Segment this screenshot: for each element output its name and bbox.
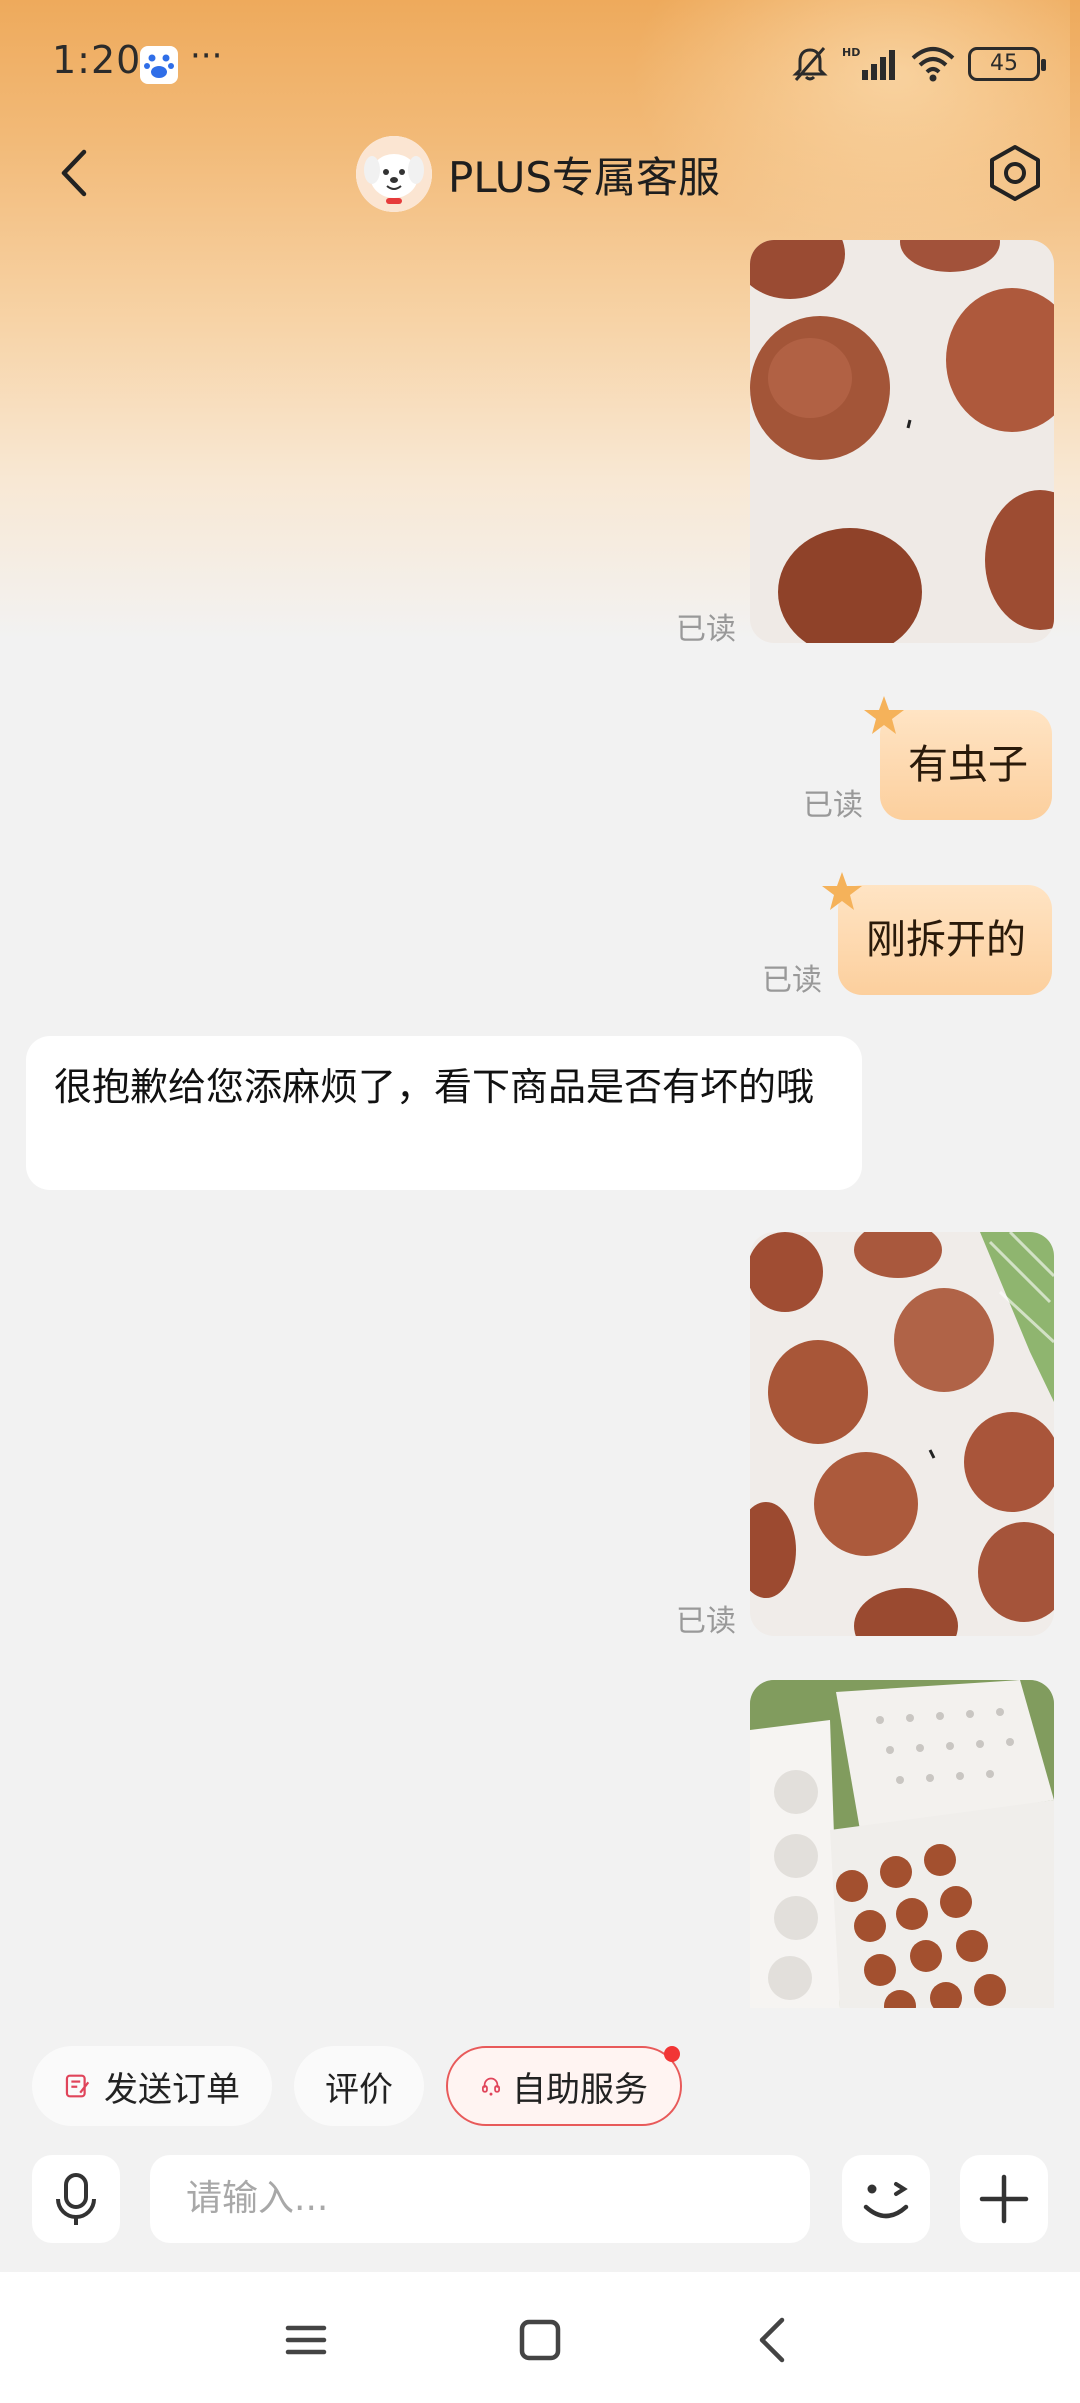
message-input[interactable]: 请输入... [150, 2155, 810, 2243]
wifi-icon [911, 47, 955, 82]
status-right-icons: HD 45 [790, 40, 1046, 88]
back-button[interactable] [40, 138, 110, 208]
review-button[interactable]: 评价 [294, 2046, 424, 2126]
status-time: 1:20 [52, 38, 142, 82]
network-hd-label: HD [842, 46, 860, 59]
chevron-left-icon [61, 149, 87, 197]
chat-title-group: PLUS专属客服 [356, 134, 720, 214]
message-bubble-outgoing[interactable]: 刚拆开的 [838, 885, 1052, 995]
review-label: 评价 [325, 2069, 393, 2110]
notification-dot [664, 2046, 680, 2062]
read-receipt: 已读 [676, 1604, 736, 1639]
emoji-button[interactable] [842, 2155, 930, 2243]
battery-indicator: 45 [968, 47, 1046, 81]
plus-icon [979, 2174, 1029, 2224]
mute-bell-icon [792, 47, 828, 81]
message-photo-egg-tray[interactable] [750, 1680, 1054, 2008]
star-decoration-icon [822, 872, 862, 910]
system-nav-bar [0, 2272, 1080, 2403]
status-more-dots: ··· [190, 36, 223, 76]
microphone-icon [56, 2173, 96, 2225]
message-bubble-incoming[interactable]: 很抱歉给您添麻烦了，看下商品是否有坏的哦 [26, 1036, 862, 1190]
settings-button[interactable] [980, 138, 1050, 208]
back-triangle-icon [759, 2317, 785, 2363]
read-receipt: 已读 [676, 612, 736, 647]
read-receipt: 已读 [762, 963, 822, 998]
emoji-wink-icon [863, 2182, 909, 2219]
page-title: PLUS专属客服 [448, 152, 721, 202]
read-receipt: 已读 [803, 788, 863, 823]
more-actions-button[interactable] [960, 2155, 1048, 2243]
order-note-icon [65, 2074, 90, 2098]
message-photo-eggs[interactable] [750, 240, 1054, 643]
status-bar: 1:20 ··· HD 45 [0, 0, 1080, 128]
send-order-label: 发送订单 [104, 2069, 240, 2110]
voice-input-button[interactable] [32, 2155, 120, 2243]
send-order-button[interactable]: 发送订单 [32, 2046, 272, 2126]
self-service-button[interactable]: 自助服务 [446, 2046, 682, 2126]
chat-header: PLUS专属客服 [0, 128, 1080, 220]
baidu-app-icon [140, 46, 178, 84]
nav-home-button[interactable] [500, 2300, 580, 2380]
settings-hexagon-icon [990, 145, 1040, 201]
headset-icon [482, 2077, 500, 2096]
nav-menu-button[interactable] [266, 2300, 346, 2380]
message-photo-eggs[interactable] [750, 1232, 1054, 1636]
star-decoration-icon [864, 696, 904, 734]
avatar [356, 136, 432, 212]
nav-back-button[interactable] [734, 2300, 814, 2380]
self-service-label: 自助服务 [512, 2069, 648, 2110]
signal-icon: HD [842, 46, 895, 80]
menu-lines-icon [285, 2325, 327, 2355]
home-square-icon [519, 2319, 561, 2361]
